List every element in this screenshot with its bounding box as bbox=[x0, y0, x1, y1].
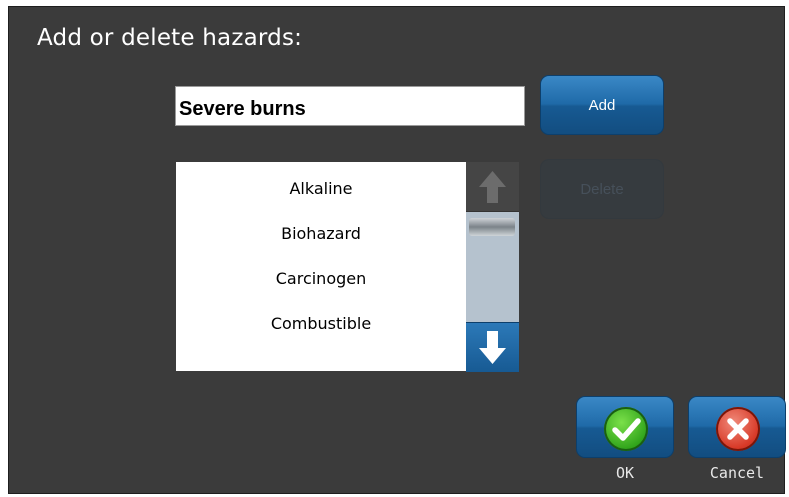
hazards-dialog: Add or delete hazards: Add Delete Alkali… bbox=[8, 6, 786, 494]
dialog-title: Add or delete hazards: bbox=[37, 25, 303, 51]
x-icon bbox=[716, 407, 760, 451]
arrow-up-icon bbox=[479, 171, 506, 203]
check-icon bbox=[604, 407, 648, 451]
add-button[interactable]: Add bbox=[540, 75, 664, 135]
cancel-button[interactable] bbox=[688, 396, 786, 458]
list-item[interactable]: Combustible bbox=[176, 314, 466, 333]
ok-label: OK bbox=[615, 464, 635, 482]
hazard-name-input[interactable] bbox=[175, 86, 525, 126]
list-item[interactable]: Biohazard bbox=[176, 224, 466, 243]
cancel-label: Cancel bbox=[709, 464, 765, 482]
list-scrollbar[interactable] bbox=[466, 162, 519, 372]
list-item[interactable]: Alkaline bbox=[176, 179, 466, 198]
delete-button[interactable]: Delete bbox=[540, 159, 664, 219]
scroll-up-button[interactable] bbox=[466, 162, 519, 212]
scroll-down-button[interactable] bbox=[466, 322, 519, 372]
list-item[interactable]: Carcinogen bbox=[176, 269, 466, 288]
scroll-thumb[interactable] bbox=[469, 218, 515, 236]
hazard-list: Alkaline Biohazard Carcinogen Combustibl… bbox=[176, 162, 466, 371]
ok-button[interactable] bbox=[576, 396, 674, 458]
arrow-down-icon bbox=[479, 331, 506, 364]
